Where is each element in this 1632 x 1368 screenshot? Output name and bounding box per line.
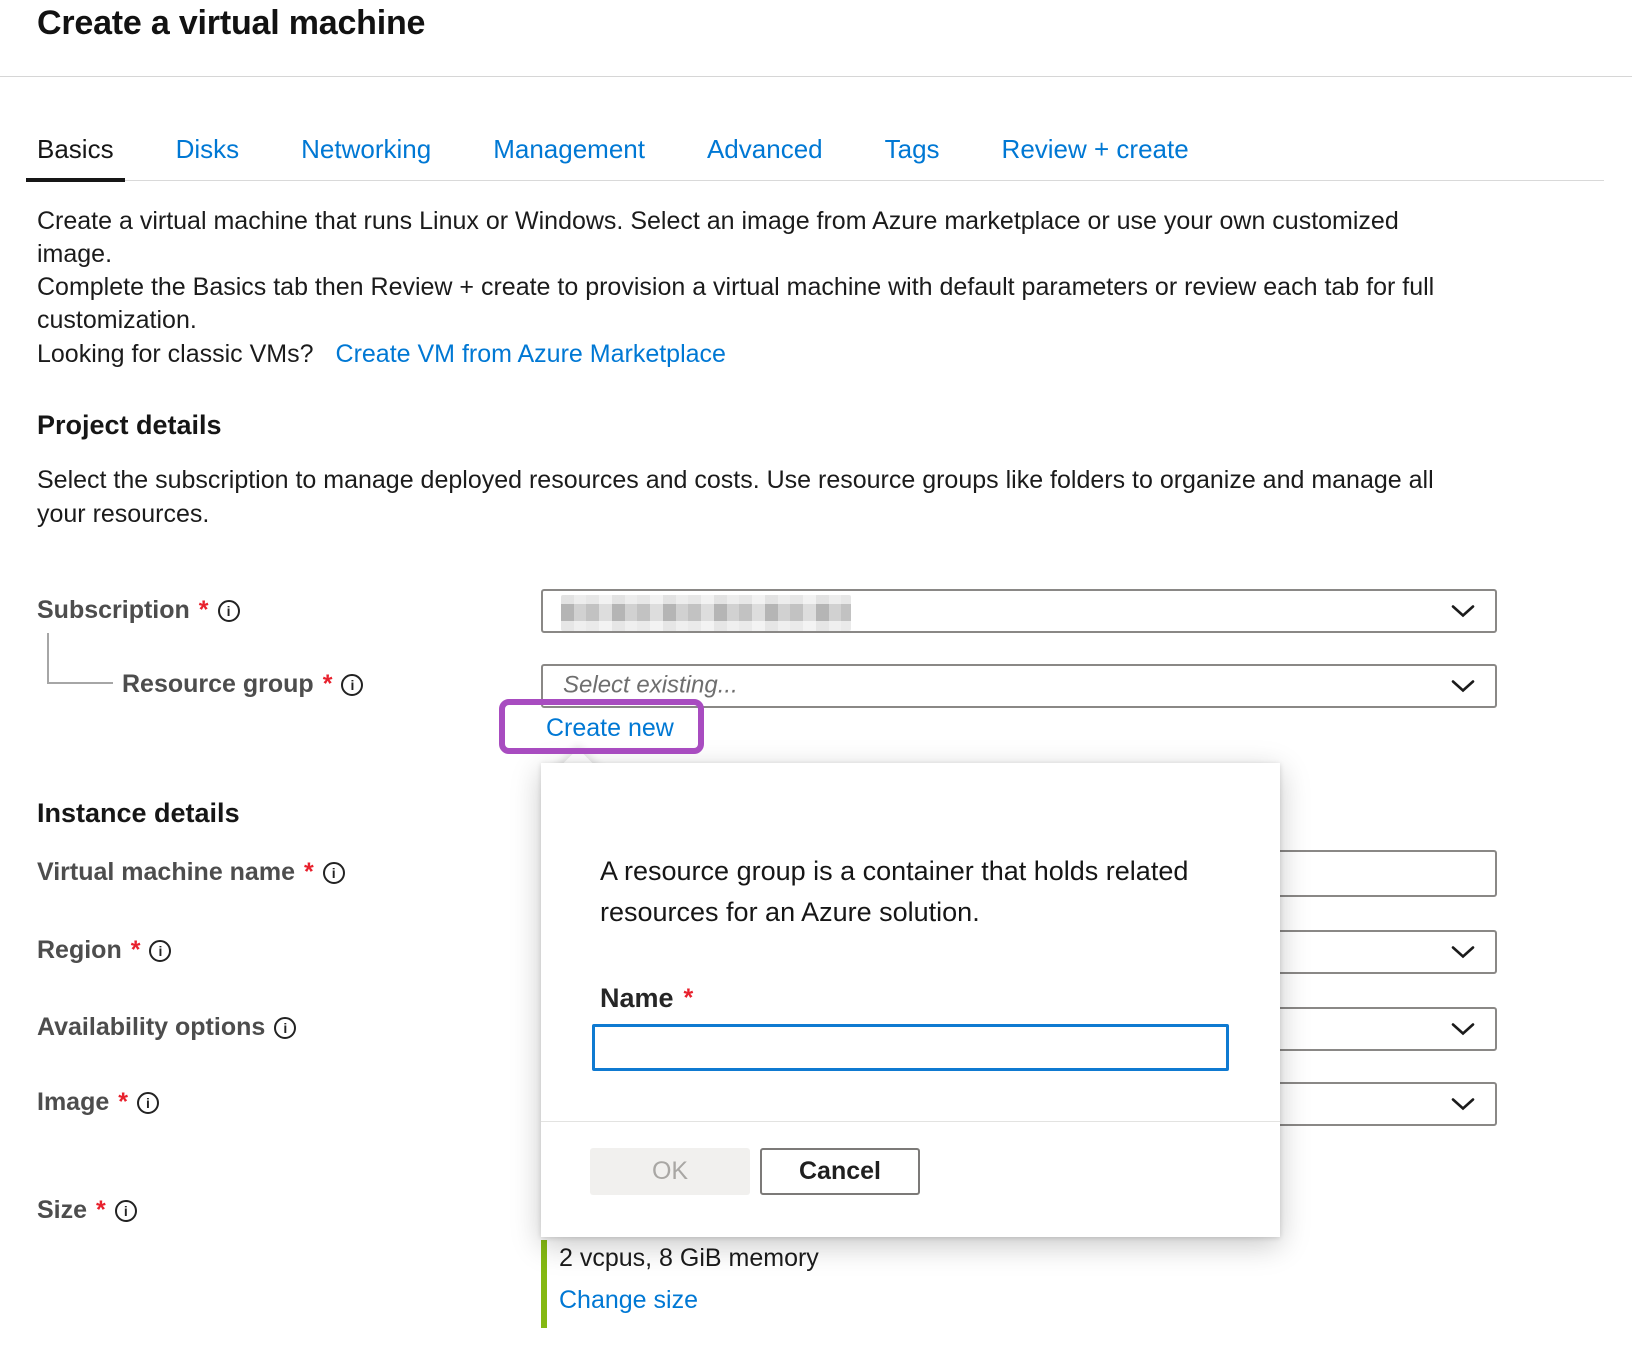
vm-name-label: Virtual machine name * i bbox=[37, 858, 345, 887]
create-vm-marketplace-link[interactable]: Create VM from Azure Marketplace bbox=[336, 340, 726, 368]
tab-bar: Basics Disks Networking Management Advan… bbox=[26, 128, 1604, 181]
popup-description: A resource group is a container that hol… bbox=[600, 851, 1188, 933]
classic-vms-prompt: Looking for classic VMs? bbox=[37, 340, 314, 368]
chevron-down-icon[interactable] bbox=[1451, 680, 1475, 693]
popup-footer-divider bbox=[541, 1121, 1280, 1122]
info-icon[interactable]: i bbox=[149, 940, 171, 962]
chevron-down-icon[interactable] bbox=[1451, 605, 1475, 618]
size-selection-bar bbox=[541, 1240, 547, 1328]
popup-name-label-text: Name bbox=[600, 983, 674, 1014]
vm-name-label-text: Virtual machine name bbox=[37, 858, 295, 887]
image-label-text: Image bbox=[37, 1088, 109, 1117]
required-marker: * bbox=[304, 858, 314, 887]
popup-description-line: A resource group is a container that hol… bbox=[600, 851, 1188, 892]
availability-options-label: Availability options i bbox=[37, 1013, 296, 1042]
availability-options-label-text: Availability options bbox=[37, 1013, 265, 1042]
create-resource-group-popup: A resource group is a container that hol… bbox=[541, 763, 1280, 1237]
create-new-link[interactable]: Create new bbox=[546, 714, 674, 743]
page-title: Create a virtual machine bbox=[37, 4, 425, 43]
info-icon[interactable]: i bbox=[341, 674, 363, 696]
info-icon[interactable]: i bbox=[137, 1092, 159, 1114]
subscription-label-text: Subscription bbox=[37, 596, 190, 625]
project-details-description: Select the subscription to manage deploy… bbox=[37, 463, 1434, 531]
size-label: Size * i bbox=[37, 1196, 137, 1225]
tab-management[interactable]: Management bbox=[482, 128, 656, 180]
info-icon[interactable]: i bbox=[218, 600, 240, 622]
resource-group-name-input[interactable] bbox=[592, 1024, 1229, 1071]
info-icon[interactable]: i bbox=[323, 862, 345, 884]
intro-text: Create a virtual machine that runs Linux… bbox=[37, 205, 1434, 371]
tree-connector-vertical bbox=[47, 633, 49, 684]
required-marker: * bbox=[96, 1196, 106, 1225]
tab-networking[interactable]: Networking bbox=[290, 128, 442, 180]
intro-line: customization. bbox=[37, 304, 1434, 337]
required-marker: * bbox=[684, 984, 694, 1013]
change-size-link[interactable]: Change size bbox=[559, 1286, 698, 1315]
required-marker: * bbox=[323, 670, 333, 699]
tab-advanced[interactable]: Advanced bbox=[696, 128, 834, 180]
tree-connector-horizontal bbox=[47, 682, 113, 684]
image-label: Image * i bbox=[37, 1088, 159, 1117]
resource-group-label: Resource group * i bbox=[122, 670, 363, 699]
tab-tags[interactable]: Tags bbox=[874, 128, 951, 180]
tab-review-create[interactable]: Review + create bbox=[991, 128, 1200, 180]
required-marker: * bbox=[199, 596, 209, 625]
intro-line: Create a virtual machine that runs Linux… bbox=[37, 205, 1434, 238]
header-divider bbox=[0, 76, 1632, 77]
subscription-dropdown[interactable] bbox=[541, 589, 1497, 633]
cancel-button[interactable]: Cancel bbox=[760, 1148, 920, 1195]
required-marker: * bbox=[131, 936, 141, 965]
project-desc-line: your resources. bbox=[37, 497, 1434, 531]
chevron-down-icon[interactable] bbox=[1451, 1098, 1475, 1111]
create-vm-page: Create a virtual machine Basics Disks Ne… bbox=[0, 0, 1632, 1368]
info-icon[interactable]: i bbox=[115, 1200, 137, 1222]
chevron-down-icon[interactable] bbox=[1451, 1023, 1475, 1036]
region-label: Region * i bbox=[37, 936, 171, 965]
instance-details-heading: Instance details bbox=[37, 798, 240, 829]
intro-line: Complete the Basics tab then Review + cr… bbox=[37, 271, 1434, 304]
info-icon[interactable]: i bbox=[274, 1017, 296, 1039]
chevron-down-icon[interactable] bbox=[1451, 946, 1475, 959]
project-details-heading: Project details bbox=[37, 410, 222, 441]
size-value: 2 vcpus, 8 GiB memory bbox=[559, 1244, 819, 1273]
popup-name-label: Name * bbox=[600, 983, 693, 1014]
tab-disks[interactable]: Disks bbox=[165, 128, 251, 180]
intro-line: image. bbox=[37, 238, 1434, 271]
project-desc-line: Select the subscription to manage deploy… bbox=[37, 463, 1434, 497]
required-marker: * bbox=[118, 1088, 128, 1117]
size-label-text: Size bbox=[37, 1196, 87, 1225]
subscription-value-redacted bbox=[561, 595, 851, 631]
region-label-text: Region bbox=[37, 936, 122, 965]
resource-group-label-text: Resource group bbox=[122, 670, 314, 699]
popup-description-line: resources for an Azure solution. bbox=[600, 892, 1188, 933]
resource-group-placeholder: Select existing... bbox=[563, 671, 738, 699]
tab-basics[interactable]: Basics bbox=[26, 128, 125, 182]
subscription-label: Subscription * i bbox=[37, 596, 240, 625]
ok-button[interactable]: OK bbox=[590, 1148, 750, 1195]
